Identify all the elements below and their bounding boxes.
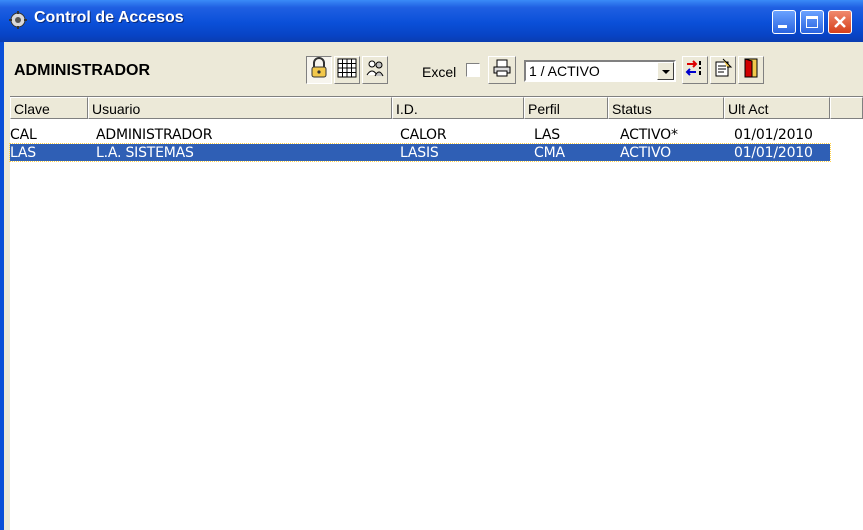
cell-clave: LAS [10, 145, 36, 161]
status-filter-value: 1 / ACTIVO [529, 63, 600, 79]
window-title: Control de Accesos [34, 9, 184, 26]
minimize-icon [778, 25, 787, 28]
cell-perfil: LAS [534, 127, 560, 143]
chevron-down-icon[interactable] [657, 62, 674, 80]
maximize-button[interactable] [800, 10, 824, 34]
column-header-perfil[interactable]: Perfil [524, 97, 608, 119]
exit-door-icon [742, 57, 760, 84]
status-filter-select[interactable]: 1 / ACTIVO [524, 60, 676, 82]
gear-icon[interactable] [8, 10, 28, 30]
minimize-button[interactable] [772, 10, 796, 34]
grid-icon [337, 58, 357, 83]
column-header-id[interactable]: I.D. [392, 97, 524, 119]
column-header-usuario[interactable]: Usuario [88, 97, 392, 119]
cell-id: LASIS [400, 145, 439, 161]
table-row-selected[interactable]: LAS L.A. SISTEMAS LASIS CMA ACTIVO 01/01… [9, 143, 831, 162]
export-button[interactable] [710, 56, 736, 84]
print-button[interactable] [488, 56, 516, 84]
excel-checkbox[interactable] [466, 63, 480, 77]
column-header-filler [830, 97, 863, 119]
column-header-status[interactable]: Status [608, 97, 724, 119]
cell-usuario: ADMINISTRADOR [96, 127, 213, 143]
column-header-ult-act[interactable]: Ult Act [724, 97, 830, 119]
close-button[interactable] [828, 10, 852, 34]
cell-ult-act: 01/01/2010 [734, 145, 813, 161]
title-bar[interactable]: Control de Accesos [0, 0, 863, 42]
maximize-icon [806, 16, 818, 28]
export-icon [713, 58, 733, 83]
excel-label: Excel [422, 64, 457, 80]
cell-clave: CAL [10, 127, 37, 143]
cell-status: ACTIVO [620, 145, 671, 161]
users-grid[interactable]: Clave Usuario I.D. Perfil Status Ult Act… [9, 96, 863, 530]
users-button[interactable] [362, 56, 388, 84]
sort-icon [685, 58, 705, 83]
printer-icon [492, 58, 512, 83]
close-icon [833, 15, 847, 34]
users-icon [365, 58, 385, 83]
cell-usuario: L.A. SISTEMAS [96, 145, 194, 161]
cell-id: CALOR [400, 127, 447, 143]
exit-button[interactable] [738, 56, 764, 84]
cell-status: ACTIVO* [620, 127, 678, 143]
cell-perfil: CMA [534, 145, 565, 161]
grid-header: Clave Usuario I.D. Perfil Status Ult Act [10, 97, 863, 120]
lock-icon [309, 56, 329, 84]
cell-ult-act: 01/01/2010 [734, 127, 813, 143]
column-header-clave[interactable]: Clave [10, 97, 88, 119]
toolbar: ADMINISTRADOR Excel 1 / ACTIVO [4, 42, 863, 94]
lock-button[interactable] [306, 56, 332, 84]
sort-button[interactable] [682, 56, 708, 84]
table-row[interactable]: CAL ADMINISTRADOR CALOR LAS ACTIVO* 01/0… [10, 126, 830, 143]
grid-view-button[interactable] [334, 56, 360, 84]
current-user-label: ADMINISTRADOR [14, 62, 150, 79]
